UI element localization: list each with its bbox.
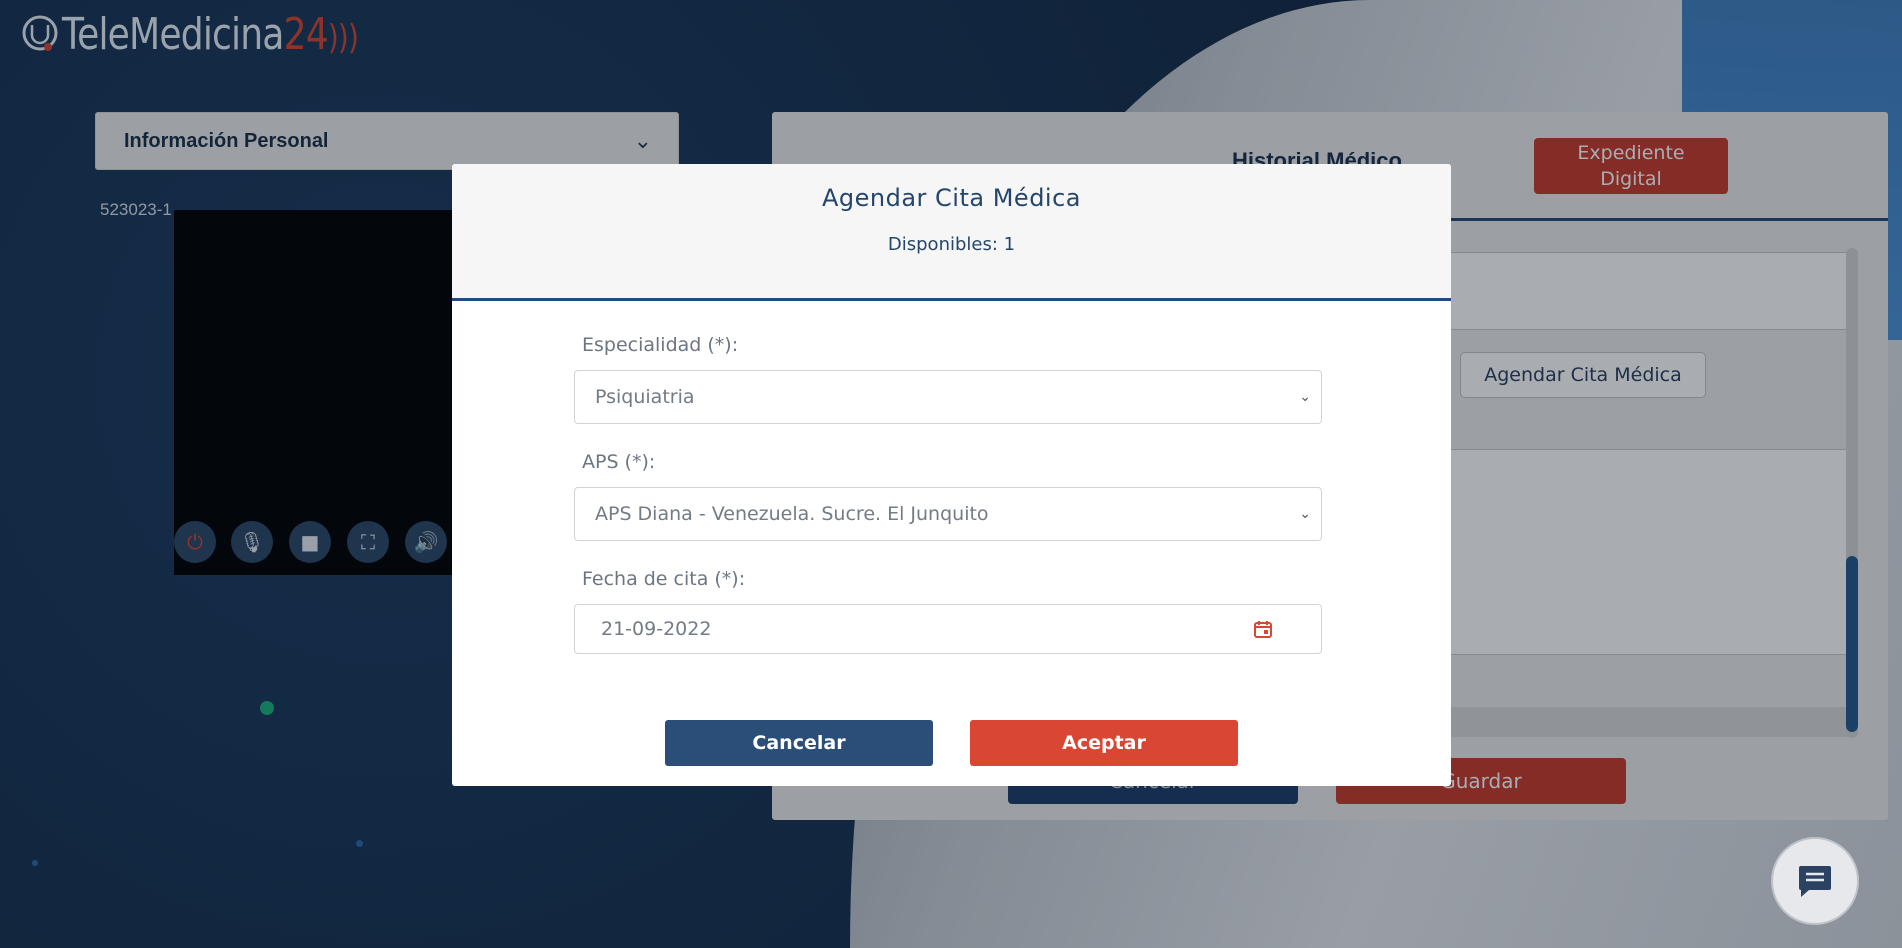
- available-count: Disponibles: 1: [887, 234, 1016, 255]
- calendar-icon[interactable]: [1253, 619, 1273, 639]
- accept-button[interactable]: Aceptar: [970, 720, 1238, 766]
- date-input[interactable]: 21-09-2022: [574, 604, 1322, 654]
- modal-header: Agendar Cita Médica Disponibles: 1: [452, 164, 1451, 301]
- chevron-down-icon: ⌄: [1299, 506, 1311, 522]
- chat-icon: [1799, 866, 1831, 897]
- schedule-modal: Agendar Cita Médica Disponibles: 1 Espec…: [452, 164, 1451, 786]
- specialty-value: Psiquiatria: [595, 386, 695, 408]
- cancel-button[interactable]: Cancelar: [665, 720, 933, 766]
- aps-value: APS Diana - Venezuela. Sucre. El Junquit…: [595, 503, 989, 525]
- specialty-select[interactable]: Psiquiatria ⌄: [574, 370, 1322, 424]
- modal-title: Agendar Cita Médica: [821, 184, 1081, 212]
- aps-label: APS (*):: [582, 451, 656, 473]
- date-value: 21-09-2022: [601, 618, 712, 640]
- date-label: Fecha de cita (*):: [582, 568, 746, 590]
- specialty-label: Especialidad (*):: [582, 334, 739, 356]
- aps-select[interactable]: APS Diana - Venezuela. Sucre. El Junquit…: [574, 487, 1322, 541]
- chevron-down-icon: ⌄: [1299, 389, 1311, 405]
- chat-button[interactable]: [1771, 837, 1859, 925]
